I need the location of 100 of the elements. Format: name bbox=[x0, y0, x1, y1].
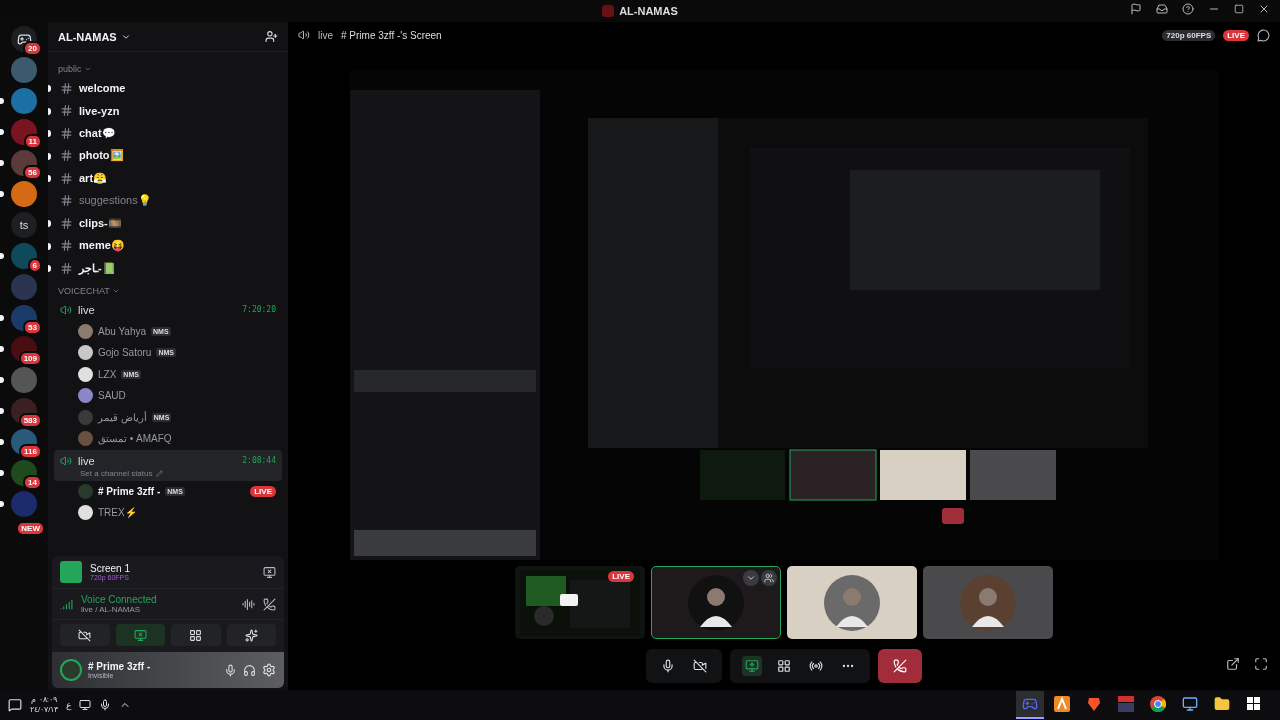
camera-off-icon bbox=[78, 628, 92, 642]
stream-title: Screen 1 bbox=[90, 563, 132, 574]
flag-icon[interactable] bbox=[1130, 3, 1142, 15]
call-timer: 7:20:20 bbox=[242, 305, 276, 314]
user-avatar[interactable] bbox=[60, 659, 82, 681]
server-icon[interactable] bbox=[11, 243, 37, 269]
channel-item[interactable]: chat💬 bbox=[54, 122, 122, 145]
call-timer: 2:08:44 bbox=[242, 456, 276, 465]
channel-item[interactable]: live-yzn bbox=[54, 99, 126, 122]
headphones-icon bbox=[243, 663, 256, 677]
category-header[interactable]: VOICECHAT bbox=[54, 279, 282, 299]
server-name[interactable]: AL-NAMAS bbox=[58, 30, 131, 43]
participant-tile[interactable]: LIVE bbox=[515, 566, 645, 639]
disconnect-icon[interactable] bbox=[263, 597, 276, 611]
chevron-icon bbox=[83, 65, 92, 73]
channel-name[interactable]: live bbox=[318, 29, 333, 41]
maximize-icon[interactable] bbox=[1234, 4, 1244, 14]
participant-tile[interactable] bbox=[651, 566, 781, 639]
notifications-icon[interactable] bbox=[8, 698, 22, 712]
speaker-icon bbox=[60, 303, 72, 316]
voice-location[interactable]: live / AL-NAMAS bbox=[81, 605, 234, 614]
notification-badge: 20 bbox=[23, 41, 42, 56]
channel-item[interactable]: photo🖼 bbox=[54, 144, 130, 167]
live-badge: LIVE bbox=[608, 571, 634, 582]
invite-icon[interactable] bbox=[265, 30, 278, 43]
soundboard-icon bbox=[809, 659, 823, 673]
unread-indicator bbox=[48, 107, 51, 115]
network-icon[interactable] bbox=[79, 699, 92, 711]
pop-out-icon[interactable] bbox=[1226, 657, 1240, 671]
chevron-icon bbox=[746, 573, 756, 583]
channel-item[interactable]: meme😝 bbox=[54, 234, 131, 257]
member-name[interactable]: TREX⚡ bbox=[98, 507, 137, 519]
people-icon bbox=[764, 573, 774, 583]
language-indicator[interactable]: ع bbox=[66, 700, 72, 710]
headphones-button[interactable] bbox=[243, 663, 256, 677]
voice-status[interactable]: Voice Connected bbox=[81, 594, 234, 605]
soundboard-icon bbox=[244, 628, 258, 642]
channel-item[interactable]: suggestions💡 bbox=[54, 189, 158, 212]
mic-button[interactable] bbox=[224, 663, 237, 677]
voice-channel[interactable]: live 2:08:44 Set a channel status bbox=[54, 449, 282, 481]
notification-badge: NEW bbox=[16, 521, 45, 536]
taskbar-app[interactable] bbox=[1016, 691, 1044, 719]
member-name[interactable]: Gojo Satoru bbox=[98, 347, 152, 359]
unread-indicator bbox=[48, 220, 51, 227]
app-icon bbox=[1118, 696, 1134, 712]
settings-icon bbox=[262, 663, 276, 677]
channel-name: live bbox=[78, 303, 95, 316]
member-name[interactable]: Abu Yahya bbox=[98, 325, 146, 337]
unread-indicator bbox=[48, 265, 51, 272]
expand-button[interactable] bbox=[743, 570, 759, 586]
hash-icon bbox=[60, 194, 73, 208]
notification-badge: 53 bbox=[23, 320, 42, 335]
member-name[interactable]: # Prime 3zff - bbox=[98, 485, 161, 497]
chat-icon[interactable] bbox=[1257, 28, 1270, 42]
notification-badge: 11 bbox=[23, 134, 42, 149]
lion-shield-icon bbox=[1086, 696, 1102, 712]
close-icon[interactable] bbox=[1258, 3, 1270, 15]
channel-item[interactable]: clips-🎞 bbox=[54, 212, 128, 235]
unread-indicator bbox=[48, 175, 51, 182]
hash-icon bbox=[60, 126, 73, 140]
inbox-icon[interactable] bbox=[1156, 3, 1168, 15]
screen-share-button[interactable] bbox=[742, 656, 762, 676]
screen-icon bbox=[60, 561, 82, 583]
hang-up-button[interactable] bbox=[878, 649, 922, 683]
mic-icon bbox=[661, 659, 675, 673]
participant-tile[interactable] bbox=[787, 566, 917, 639]
voice-button[interactable] bbox=[171, 624, 221, 646]
channel-item[interactable]: ـاجر-📗 bbox=[54, 257, 122, 280]
activities-icon bbox=[189, 628, 203, 642]
computer-icon bbox=[1182, 696, 1198, 712]
server-icon[interactable] bbox=[11, 119, 37, 145]
gamepad-icon bbox=[1022, 696, 1038, 712]
noise-icon[interactable] bbox=[242, 597, 255, 611]
channel-item[interactable]: art😤 bbox=[54, 167, 114, 190]
channel-item[interactable]: welcome bbox=[54, 77, 132, 100]
settings-button[interactable] bbox=[262, 663, 276, 677]
clock[interactable]: ٠٨:٠٩ م ٢٤/٠٧/١٣ bbox=[30, 695, 59, 715]
notification-badge: 14 bbox=[23, 475, 42, 490]
member-name[interactable]: LZX bbox=[98, 368, 117, 380]
voice-channel[interactable]: live 7:20:20 bbox=[54, 298, 282, 321]
folder-icon bbox=[1214, 696, 1230, 712]
server-icon[interactable] bbox=[11, 150, 37, 176]
user-name: # Prime 3zff - bbox=[88, 661, 152, 672]
participant-tile[interactable] bbox=[923, 566, 1053, 639]
voice-button[interactable] bbox=[60, 624, 110, 646]
hang-up-icon bbox=[893, 659, 907, 673]
member-name[interactable]: SAUD bbox=[98, 390, 126, 402]
server-icon[interactable]: ts bbox=[11, 212, 37, 238]
voice-button[interactable] bbox=[226, 624, 276, 646]
stop-stream-icon[interactable] bbox=[263, 565, 276, 579]
member-name[interactable]: أرياض قيمر bbox=[98, 411, 147, 423]
member-name[interactable]: تمستق • AMAFQ bbox=[98, 433, 172, 445]
home-button[interactable] bbox=[11, 26, 37, 52]
help-icon[interactable] bbox=[1182, 3, 1194, 15]
category-header[interactable]: public bbox=[54, 58, 282, 77]
participants-button[interactable] bbox=[761, 570, 777, 586]
channel-status[interactable]: Set a channel status bbox=[60, 468, 276, 478]
mic-icon[interactable] bbox=[99, 699, 112, 711]
fullscreen-icon[interactable] bbox=[1254, 657, 1268, 671]
hash-icon bbox=[60, 104, 73, 118]
